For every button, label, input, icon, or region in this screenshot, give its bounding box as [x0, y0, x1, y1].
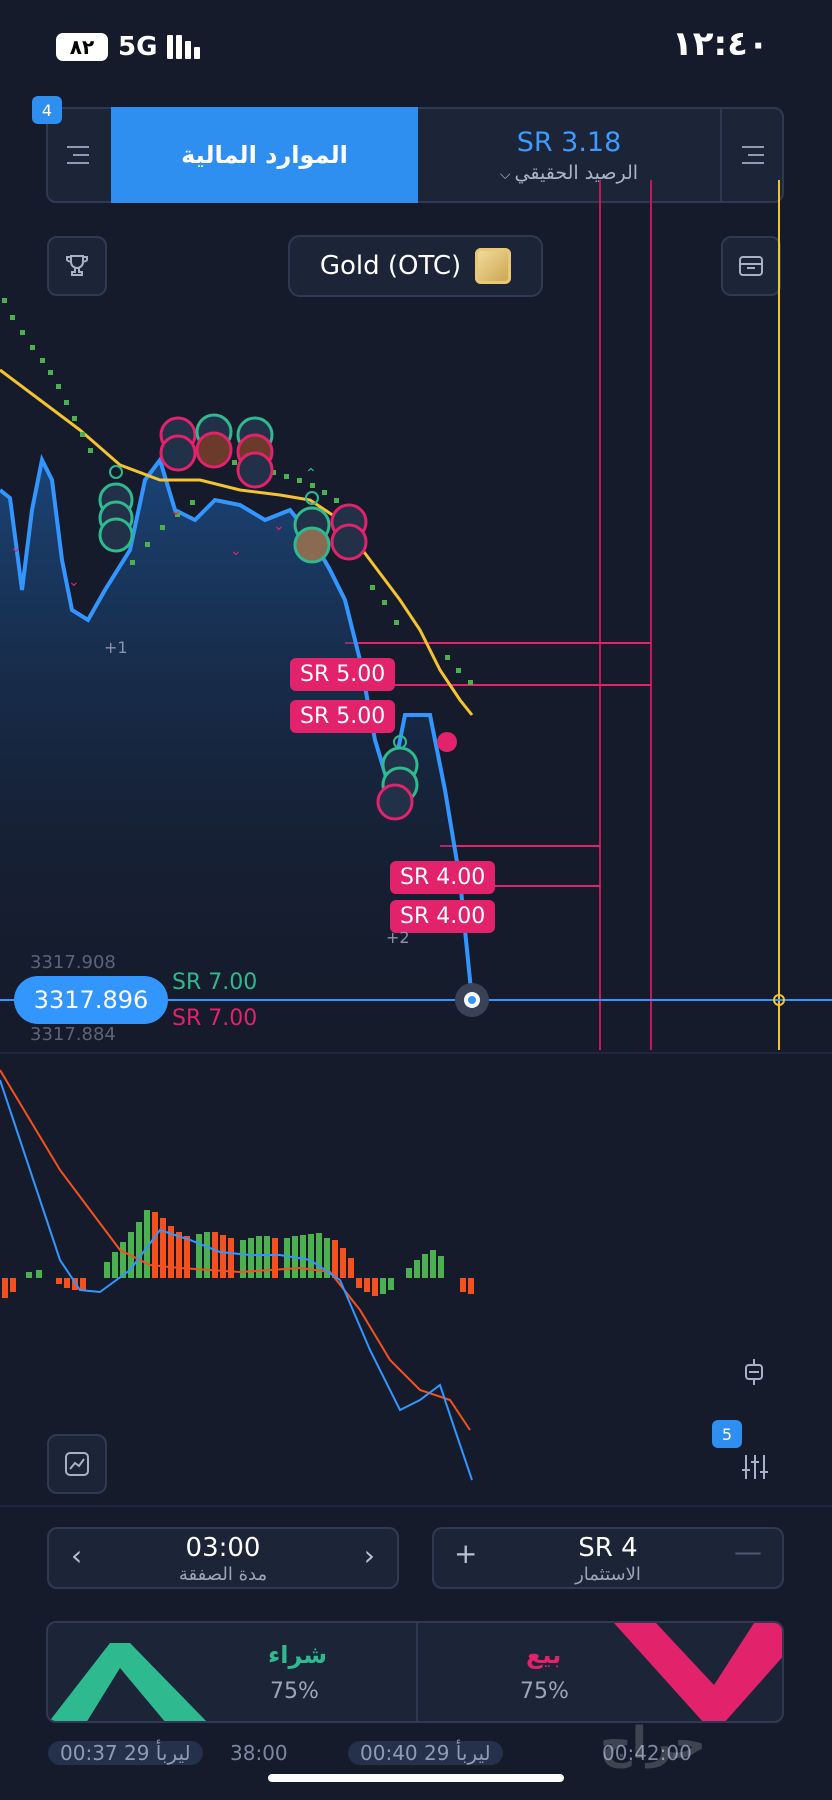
investment-label: الاستثمار [575, 1564, 641, 1585]
arrow-up-icon [49, 1643, 207, 1721]
menu-icon [67, 146, 89, 164]
duration-label: مدة الصفقة [178, 1564, 268, 1585]
arrow-down-icon [614, 1623, 782, 1721]
duration-value: 03:00 [185, 1533, 261, 1563]
sell-label: بيع [526, 1641, 562, 1669]
price-tick: 3317.908 [30, 952, 116, 973]
buy-payout: 75% [270, 1679, 319, 1704]
trade-amount-label[interactable]: SR 5.00 [290, 658, 396, 691]
svg-text:⌄: ⌄ [230, 543, 242, 559]
status-bar-indicators: ٨٢ 5G [56, 30, 201, 64]
sell-button[interactable]: بيع 75% [416, 1623, 782, 1721]
chevron-right-icon[interactable]: › [364, 1539, 375, 1572]
sliders-icon [742, 1455, 768, 1479]
timeline-label: 00:40 ليربأ 29 [348, 1736, 503, 1770]
timeline-label: 00:37 ليربأ 29 [48, 1736, 203, 1770]
controls-divider [0, 1505, 832, 1507]
chart-type-button[interactable] [47, 1434, 107, 1494]
buy-amount-line-label: SR 7.00 [172, 970, 258, 995]
trade-amount-label[interactable]: SR 5.00 [290, 700, 396, 733]
svg-text:⌄: ⌄ [10, 540, 22, 556]
buy-button[interactable]: شراء 75% [48, 1623, 416, 1721]
minus-icon[interactable]: — [734, 1535, 762, 1568]
menu-icon [742, 146, 764, 164]
signal-icon [167, 35, 201, 59]
notification-badge: 4 [32, 96, 62, 124]
battery-level: ٨٢ [69, 35, 95, 59]
battery-icon: ٨٢ [56, 33, 108, 61]
macd-line [0, 1079, 473, 1481]
investment-value: SR 4 [578, 1533, 638, 1563]
group-count: +1 [104, 638, 128, 657]
macd-indicator[interactable] [0, 1060, 832, 1500]
signal-line [0, 1069, 471, 1431]
svg-text:⌄: ⌄ [170, 503, 182, 519]
chart-divider [0, 1052, 832, 1054]
buy-label: شراء [268, 1641, 328, 1669]
network-type: 5G [118, 32, 158, 62]
price-tick: 3317.884 [30, 1024, 116, 1045]
svg-text:⌃: ⌃ [305, 466, 317, 482]
svg-text:⌄: ⌄ [68, 574, 80, 590]
trade-amount-label[interactable]: SR 4.00 [390, 861, 496, 894]
chart-icon [65, 1452, 89, 1476]
status-time: ١٢:٤٠ [672, 24, 769, 64]
investment-control[interactable]: + SR 4 الاستثمار — [432, 1527, 784, 1589]
current-price-pill: 3317.896 [14, 976, 168, 1024]
svg-text:⌄: ⌄ [273, 518, 285, 534]
balance-amount: SR 3.18 [516, 126, 622, 158]
indicators-count-badge: 5 [712, 1420, 742, 1448]
sell-payout: 75% [520, 1679, 569, 1704]
trade-duration-control[interactable]: ‹ 03:00 مدة الصفقة › [47, 1527, 399, 1589]
indicator-settings-button[interactable] [738, 1450, 772, 1484]
timeline-label: 38:00 [230, 1741, 288, 1765]
auto-scroll-button[interactable] [738, 1356, 770, 1388]
group-count: +2 [386, 928, 410, 947]
home-indicator[interactable] [268, 1774, 564, 1782]
watermark: حراج [600, 1718, 706, 1769]
sell-amount-line-label: SR 7.00 [172, 1006, 258, 1031]
trade-panel: شراء 75% بيع 75% [46, 1621, 784, 1723]
crosshair-icon [745, 1359, 763, 1385]
